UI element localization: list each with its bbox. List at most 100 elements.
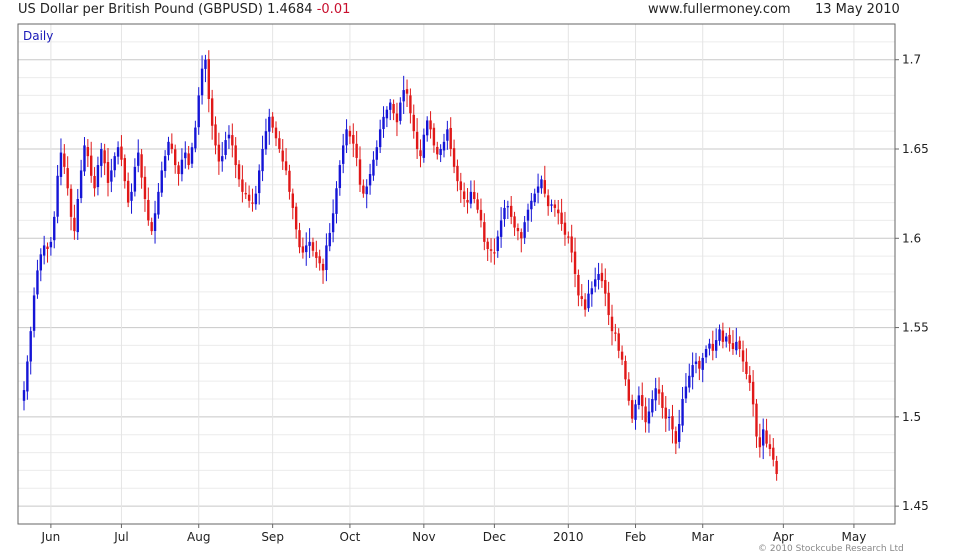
y-tick-label: 1.7 (902, 53, 921, 67)
x-tick-label: Aug (187, 530, 210, 544)
ohlc-bar-down (745, 348, 748, 380)
ohlc-bar-down (775, 455, 778, 481)
ohlc-bar-down (392, 99, 395, 121)
y-tick-label: 1.65 (902, 142, 929, 156)
ohlc-bar-up (76, 188, 79, 240)
ohlc-bar-down (573, 237, 577, 288)
ohlc-bar-up (654, 377, 657, 411)
ohlc-bar-down (405, 79, 409, 108)
ohlc-bar-down (247, 185, 251, 208)
ohlc-bar-up (389, 98, 392, 121)
ohlc-bar-down (698, 356, 701, 381)
ohlc-bar-down (294, 202, 298, 239)
ohlc-bar-down (510, 195, 513, 225)
x-tick-label: Jun (41, 530, 61, 544)
ohlc-bar-up (506, 200, 510, 219)
ohlc-bar-up (372, 151, 375, 181)
ohlc-bar-down (483, 213, 486, 251)
ohlc-bar-up (688, 363, 691, 393)
ohlc-bar-down (90, 141, 93, 183)
ohlc-bar-up (503, 199, 506, 227)
ohlc-bar-up (308, 228, 311, 259)
ohlc-bar-down (748, 366, 751, 391)
interval-label: Daily (23, 29, 53, 43)
ohlc-bar-down (274, 121, 278, 147)
ohlc-bar-down (237, 160, 241, 187)
ohlc-bar-up (368, 163, 372, 195)
ohlc-bar-down (278, 131, 281, 153)
ohlc-bar-down (234, 137, 237, 179)
ohlc-bar-up (647, 398, 651, 433)
ohlc-bar-up (53, 211, 56, 249)
ohlc-bar-down (486, 237, 489, 261)
ohlc-bar-up (100, 142, 103, 178)
ohlc-bar-down (627, 372, 630, 406)
ohlc-bar-down (664, 396, 667, 432)
ohlc-bar-down (315, 240, 318, 268)
ohlc-bar-down (284, 148, 288, 176)
ohlc-bar-down (301, 237, 305, 259)
ohlc-bar-down (362, 179, 365, 198)
ohlc-bar-up (163, 150, 167, 178)
ohlc-bar-up (116, 141, 120, 165)
ohlc-bar-down (207, 50, 210, 113)
ohlc-bar-down (298, 222, 301, 254)
ohlc-bar-up (540, 175, 543, 194)
ohlc-bar-up (190, 142, 194, 169)
ohlc-bar-up (594, 267, 597, 293)
ohlc-bar-up (261, 135, 264, 182)
ohlc-bar-down (429, 111, 432, 139)
copyright-notice: © 2010 Stockcube Research Ltd (758, 544, 904, 554)
ohlc-bar-down (449, 117, 452, 157)
ohlc-bar-down (170, 133, 174, 154)
ohlc-bar-down (415, 118, 419, 159)
ohlc-bar-down (93, 167, 96, 197)
ohlc-bar-up (39, 248, 42, 282)
ohlc-bar-up (681, 387, 684, 433)
x-tick-label: Feb (625, 530, 646, 544)
ohlc-bar-down (620, 345, 624, 366)
ohlc-bar-up (36, 259, 39, 299)
ohlc-bar-up (704, 345, 708, 364)
ohlc-bar-up (153, 200, 157, 244)
ohlc-bar-down (69, 184, 73, 231)
x-tick-label: Apr (773, 530, 794, 544)
ohlc-bar-up (735, 327, 738, 355)
ohlc-bar-down (318, 249, 321, 271)
ohlc-bar-down (436, 141, 439, 160)
ohlc-bar-up (345, 119, 348, 154)
ohlc-bar-down (452, 139, 456, 174)
ohlc-bar-up (227, 125, 231, 149)
ohlc-bar-down (271, 112, 274, 133)
y-tick-label: 1.6 (902, 231, 921, 245)
ohlc-bar-down (516, 223, 520, 241)
y-axis-ticks: 1.45 1.5 1.55 1.6 1.65 1.7 (895, 53, 929, 513)
ohlc-bar-down (513, 211, 516, 236)
ohlc-bar-up (597, 262, 600, 290)
ohlc-bar-up (167, 136, 170, 161)
ohlc-bar-up (200, 55, 204, 105)
ohlc-bar-up (526, 203, 530, 232)
ohlc-bar-down (489, 238, 493, 263)
ohlc-bar-up (197, 87, 200, 135)
ohlc-bar-down (241, 165, 244, 203)
ohlc-bar-up (446, 120, 449, 150)
ohlc-bar-up (32, 287, 36, 338)
ohlc-bar-down (560, 198, 563, 231)
ohlc-bar-up (701, 352, 704, 383)
ohlc-bar-down (583, 293, 587, 317)
ohlc-bar-up (133, 158, 137, 197)
ohlc-bar-down (772, 438, 775, 467)
x-tick-label: 2010 (553, 530, 584, 544)
ohlc-bar-down (567, 231, 570, 244)
ohlc-bar-up (385, 106, 389, 128)
ohlc-bar-up (536, 173, 540, 204)
ohlc-bar-down (607, 281, 610, 326)
x-tick-label: Jul (113, 530, 128, 544)
ohlc-bar-down (140, 149, 143, 189)
ohlc-bar-up (42, 235, 46, 265)
ohlc-bar-down (466, 188, 469, 214)
ohlc-bar-up (651, 390, 654, 417)
ohlc-bar-up (439, 144, 442, 163)
ohlc-bar-up (637, 386, 641, 410)
